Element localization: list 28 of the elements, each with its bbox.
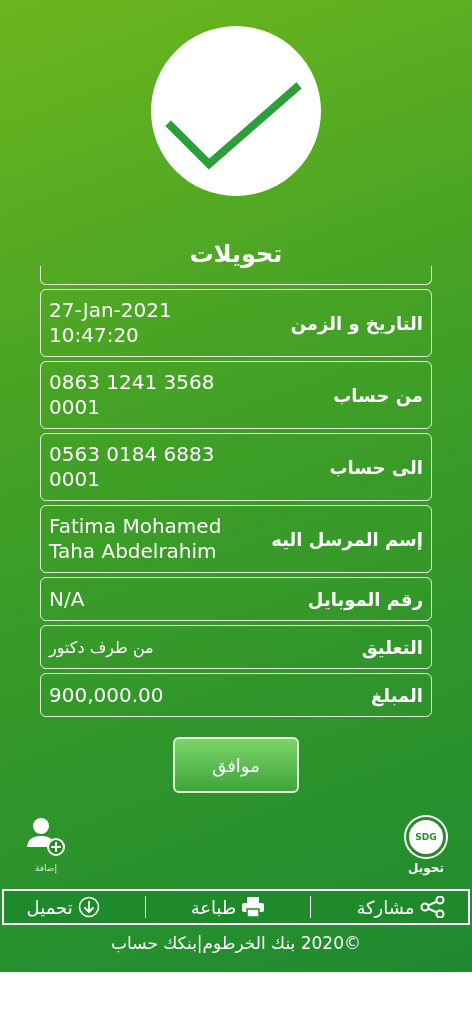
detail-label: من حساب xyxy=(333,384,423,406)
detail-value: Fatima Mohamed Taha Abdelrahim xyxy=(49,514,223,564)
shortcut-label[interactable]: تحويل xyxy=(408,861,444,875)
detail-value: 900,000.00 xyxy=(49,682,165,708)
action-link[interactable]: طباعة xyxy=(190,896,237,918)
download-icon[interactable] xyxy=(77,896,100,918)
action-link[interactable]: مشاركة xyxy=(356,896,415,918)
detail-value: 27-Jan-2021 10:47:20 xyxy=(49,298,173,348)
detail-value: N/A xyxy=(49,586,86,612)
detail-label: المبلغ xyxy=(371,684,423,706)
page-title: تحويلات xyxy=(189,239,283,270)
detail-label: رقم الموبايل xyxy=(307,588,423,610)
shortcut-label[interactable]: إضافة xyxy=(35,861,57,875)
detail-label: التاريخ و الزمن xyxy=(290,312,423,334)
success-check-icon xyxy=(151,26,321,196)
detail-label: إسم المرسل اليه xyxy=(271,528,423,550)
action-link[interactable]: تحميل xyxy=(26,896,73,918)
currency-badge-icon[interactable]: SDG xyxy=(406,817,446,857)
detail-value: 0563 0184 6883 0001 xyxy=(49,442,216,492)
detail-value: من طرف دكتور xyxy=(49,636,155,660)
detail-label: التعليق xyxy=(361,636,423,658)
add-user-icon[interactable] xyxy=(26,817,66,857)
confirm-button[interactable]: موافق xyxy=(173,737,299,793)
detail-value: 0863 1241 3568 0001 xyxy=(49,370,216,420)
printer-icon[interactable] xyxy=(241,896,266,918)
share-icon[interactable] xyxy=(419,896,446,918)
copyright-text: ©2020 بنك الخرطوم|بنكك حساب xyxy=(111,933,361,953)
detail-label: الى حساب xyxy=(329,456,423,478)
